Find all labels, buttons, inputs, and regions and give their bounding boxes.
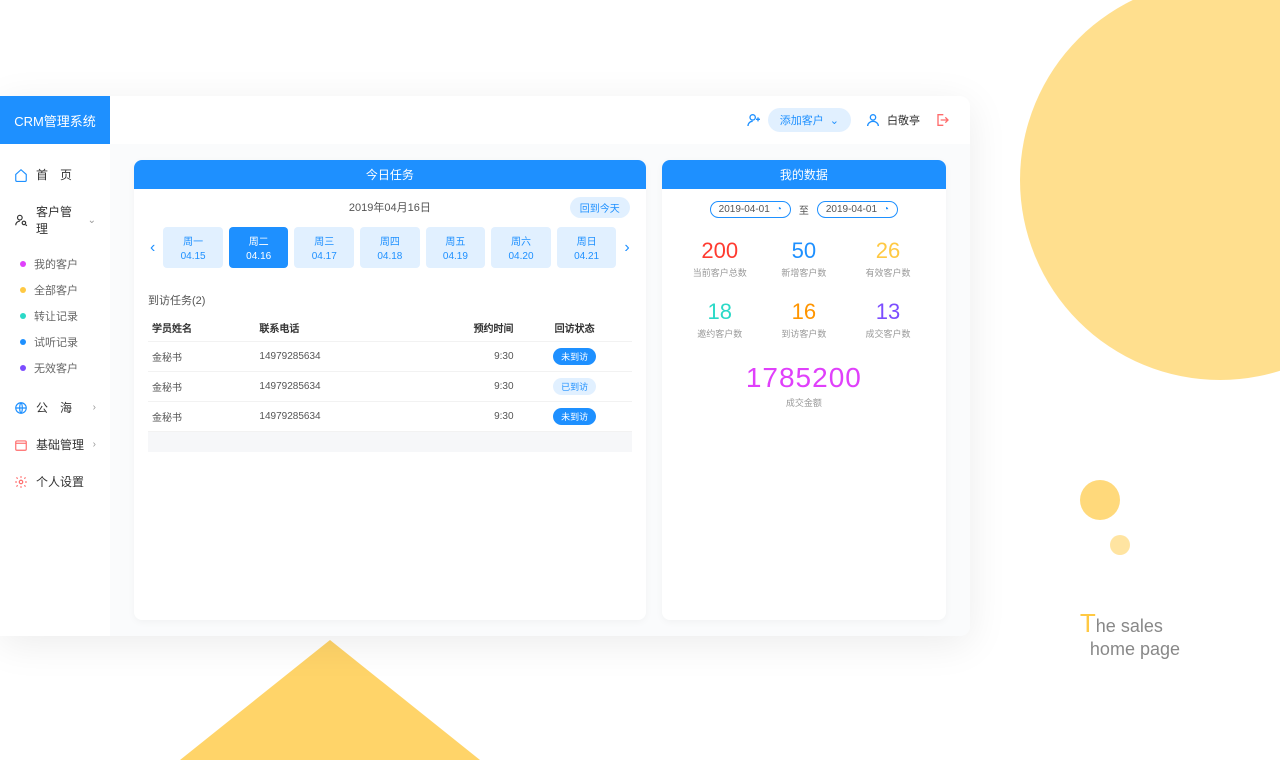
app-logo: CRM管理系统 [0,96,110,144]
kpi-card: 18邀约客户数 [682,293,758,346]
status-badge: 已到访 [553,378,596,395]
kpi-card: 50新增客户数 [766,232,842,285]
day-chip[interactable]: 周日04.21 [557,227,617,268]
bullet-icon [20,339,26,345]
nav-personal-settings[interactable]: 个人设置 [0,463,110,500]
logout-icon[interactable] [934,112,950,128]
clock-icon: ◔ [883,204,889,215]
globe-icon [14,401,28,415]
task-section-title: 到访任务(2) [148,292,632,314]
day-chip[interactable]: 周四04.18 [360,227,420,268]
chevron-right-icon: › [93,402,96,413]
panel-title: 我的数据 [662,160,946,189]
status-badge: 未到访 [553,348,596,365]
back-to-today-button[interactable]: 回到今天 [570,197,630,218]
date-to-input[interactable]: 2019-04-01 ◔ [817,201,898,218]
sidebar-sub-item[interactable]: 无效客户 [0,355,110,381]
my-data-panel: 我的数据 2019-04-01 ◔ 至 2019-04-01 ◔ 200当前客户… [662,160,946,620]
kpi-card: 26有效客户数 [850,232,926,285]
day-chip[interactable]: 周六04.20 [491,227,551,268]
col-name: 学员姓名 [148,314,255,342]
day-chip[interactable]: 周五04.19 [426,227,486,268]
gear-icon [14,475,28,489]
clock-icon: ◔ [776,204,782,215]
sidebar-sub-item[interactable]: 全部客户 [0,277,110,303]
day-chip[interactable]: 周一04.15 [163,227,223,268]
today-task-panel: 今日任务 2019年04月16日 回到今天 ‹ 周一04.15周二04.16周三… [134,160,646,620]
prev-week-button[interactable]: ‹ [148,239,157,257]
sidebar-sub-item[interactable]: 试听记录 [0,329,110,355]
kpi-card: 200当前客户总数 [682,232,758,285]
sidebar: CRM管理系统 首 页 客户管理 ⌄ 我的客户全部客户转让记录试听记录无效客户 … [0,96,110,636]
col-status: 回访状态 [518,314,632,342]
table-row[interactable]: 金秘书149792856349:30已到访 [148,372,632,402]
home-icon [14,168,28,182]
table-row[interactable]: 金秘书149792856349:30未到访 [148,342,632,372]
calendar-icon [14,438,28,452]
date-from-input[interactable]: 2019-04-01 ◔ [710,201,791,218]
kpi-card: 13成交客户数 [850,293,926,346]
table-row[interactable]: 金秘书149792856349:30未到访 [148,402,632,432]
add-customer-button[interactable]: 添加客户 ⌄ [768,108,851,132]
user-search-icon [14,213,28,227]
bullet-icon [20,261,26,267]
day-chip[interactable]: 周三04.17 [294,227,354,268]
user-icon [865,112,881,128]
chevron-down-icon: ⌄ [830,114,839,127]
col-phone: 联系电话 [255,314,410,342]
kpi-total: 1785200 成交金额 [662,352,946,425]
page-caption: The sales home page [1080,608,1180,660]
app-window: CRM管理系统 首 页 客户管理 ⌄ 我的客户全部客户转让记录试听记录无效客户 … [0,96,970,636]
nav-base-mgmt[interactable]: 基础管理 › [0,426,110,463]
day-chip[interactable]: 周二04.16 [229,227,289,268]
status-badge: 未到访 [553,408,596,425]
task-table: 学员姓名 联系电话 预约时间 回访状态 金秘书149792856349:30未到… [148,314,632,452]
date-separator: 至 [799,202,809,217]
main-area: 添加客户 ⌄ 白敬亭 今日任务 2019年04月16日 回到今天 ‹ 周一04.… [110,96,970,636]
top-header: 添加客户 ⌄ 白敬亭 [110,96,970,144]
next-week-button[interactable]: › [622,239,631,257]
user-plus-icon [746,112,762,128]
bullet-icon [20,313,26,319]
bullet-icon [20,287,26,293]
panel-title: 今日任务 [134,160,646,189]
chevron-down-icon: ⌄ [88,215,96,226]
col-time: 预约时间 [410,314,517,342]
nav-customer-mgmt[interactable]: 客户管理 ⌄ [0,193,110,247]
sidebar-sub-item[interactable]: 我的客户 [0,251,110,277]
nav-public-sea[interactable]: 公 海 › [0,389,110,426]
current-date-label: 2019年04月16日 [349,199,431,215]
more-row[interactable] [148,432,632,452]
sidebar-sub-item[interactable]: 转让记录 [0,303,110,329]
nav-home[interactable]: 首 页 [0,156,110,193]
kpi-card: 16到访客户数 [766,293,842,346]
bullet-icon [20,365,26,371]
chevron-right-icon: › [93,439,96,450]
current-user[interactable]: 白敬亭 [865,112,920,128]
